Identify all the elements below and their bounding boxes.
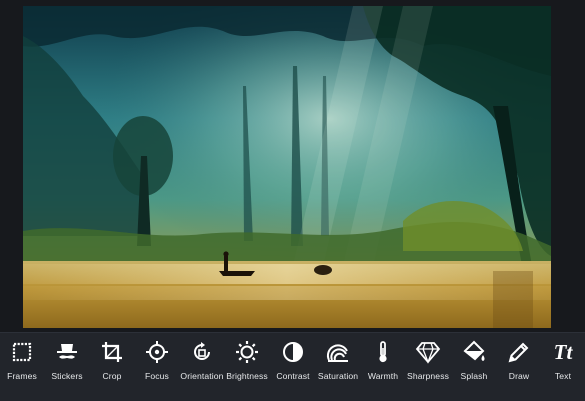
tool-splash[interactable]: Splash xyxy=(452,333,496,401)
tool-focus[interactable]: Focus xyxy=(135,333,179,401)
draw-icon xyxy=(506,339,532,365)
tool-label: Draw xyxy=(508,371,530,381)
crop-icon xyxy=(99,339,125,365)
stickers-icon xyxy=(54,339,80,365)
tool-label: Stickers xyxy=(51,371,83,381)
tool-draw[interactable]: Draw xyxy=(497,333,541,401)
splash-icon xyxy=(461,339,487,365)
tool-saturation[interactable]: Saturation xyxy=(316,333,360,401)
photo-canvas xyxy=(0,0,585,332)
tool-label: Focus xyxy=(145,371,169,381)
text-icon-glyph: Tt xyxy=(553,340,573,364)
tool-crop[interactable]: Crop xyxy=(90,333,134,401)
photo-preview[interactable] xyxy=(23,6,551,328)
tool-label: Frames xyxy=(7,371,37,381)
saturation-icon xyxy=(325,339,351,365)
tool-text[interactable]: Tt Text xyxy=(541,333,585,401)
tool-label: Text xyxy=(554,371,572,381)
tool-sharpness[interactable]: Sharpness xyxy=(406,333,450,401)
tool-label: Orientation xyxy=(180,371,224,381)
brightness-icon xyxy=(234,339,260,365)
tool-label: Saturation xyxy=(317,371,359,381)
frames-icon xyxy=(9,339,35,365)
tool-frames[interactable]: Frames xyxy=(0,333,44,401)
focus-icon xyxy=(144,339,170,365)
tool-label: Brightness xyxy=(226,371,268,381)
contrast-icon xyxy=(280,339,306,365)
warmth-icon xyxy=(370,339,396,365)
tool-label: Sharpness xyxy=(407,371,449,381)
tool-label: Contrast xyxy=(276,371,310,381)
tool-label: Crop xyxy=(102,371,122,381)
tool-orientation[interactable]: Orientation xyxy=(180,333,224,401)
edit-toolbar: Frames Stickers Crop Focus Orientation B… xyxy=(0,332,585,401)
orientation-icon xyxy=(189,339,215,365)
tool-brightness[interactable]: Brightness xyxy=(225,333,269,401)
tool-stickers[interactable]: Stickers xyxy=(45,333,89,401)
tool-warmth[interactable]: Warmth xyxy=(361,333,405,401)
tool-label: Splash xyxy=(460,371,488,381)
sharpness-icon xyxy=(415,339,441,365)
tool-label: Warmth xyxy=(367,371,399,381)
tool-contrast[interactable]: Contrast xyxy=(271,333,315,401)
text-icon: Tt xyxy=(550,339,576,365)
